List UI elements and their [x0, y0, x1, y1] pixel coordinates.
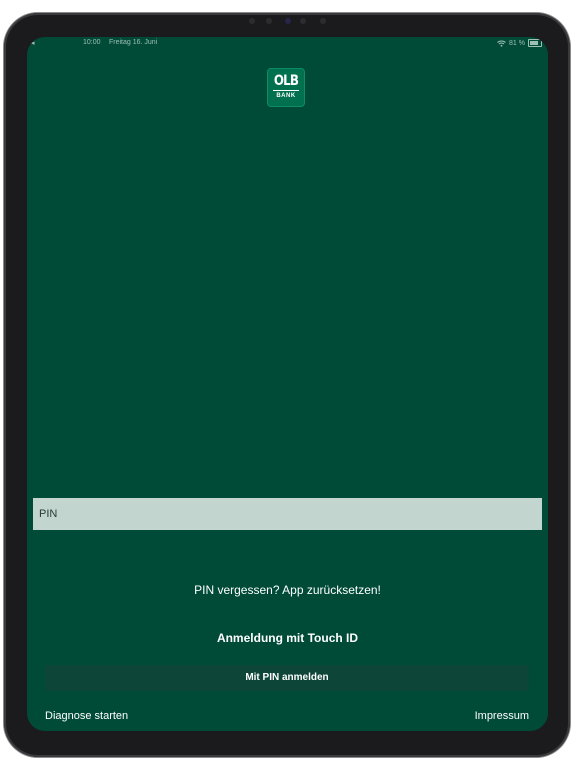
camera-lens: [285, 18, 291, 24]
diagnose-link[interactable]: Diagnose starten: [45, 710, 128, 722]
pin-login-button[interactable]: Mit PIN anmelden: [45, 665, 529, 691]
camera-dot: [249, 18, 255, 24]
status-date: Freitag 16. Juni: [109, 39, 158, 46]
pin-input[interactable]: PIN: [33, 498, 542, 530]
camera-dot: [320, 18, 326, 24]
wifi-icon: [497, 40, 506, 47]
logo-text: OLB: [273, 73, 299, 89]
status-bar: ◂ 10:00 Freitag 16. Juni 81 %: [27, 37, 548, 51]
logo-divider: [273, 90, 299, 91]
impressum-link[interactable]: Impressum: [475, 710, 529, 722]
status-right: 81 %: [497, 39, 542, 47]
back-to-app-icon[interactable]: ◂: [31, 39, 35, 47]
logo-subtext: BANK: [276, 93, 296, 99]
camera-dot: [266, 18, 272, 24]
olb-bank-logo: OLB BANK: [267, 68, 305, 107]
camera-dot: [300, 18, 306, 24]
touch-id-login-button[interactable]: Anmeldung mit Touch ID: [27, 631, 548, 645]
status-time: 10:00: [83, 39, 101, 46]
battery-icon: [528, 39, 542, 47]
battery-percent: 81 %: [509, 39, 525, 47]
app-screen: ◂ 10:00 Freitag 16. Juni 81 % OLB BANK P…: [27, 37, 548, 731]
forgot-pin-link[interactable]: PIN vergessen? App zurücksetzen!: [27, 583, 548, 597]
